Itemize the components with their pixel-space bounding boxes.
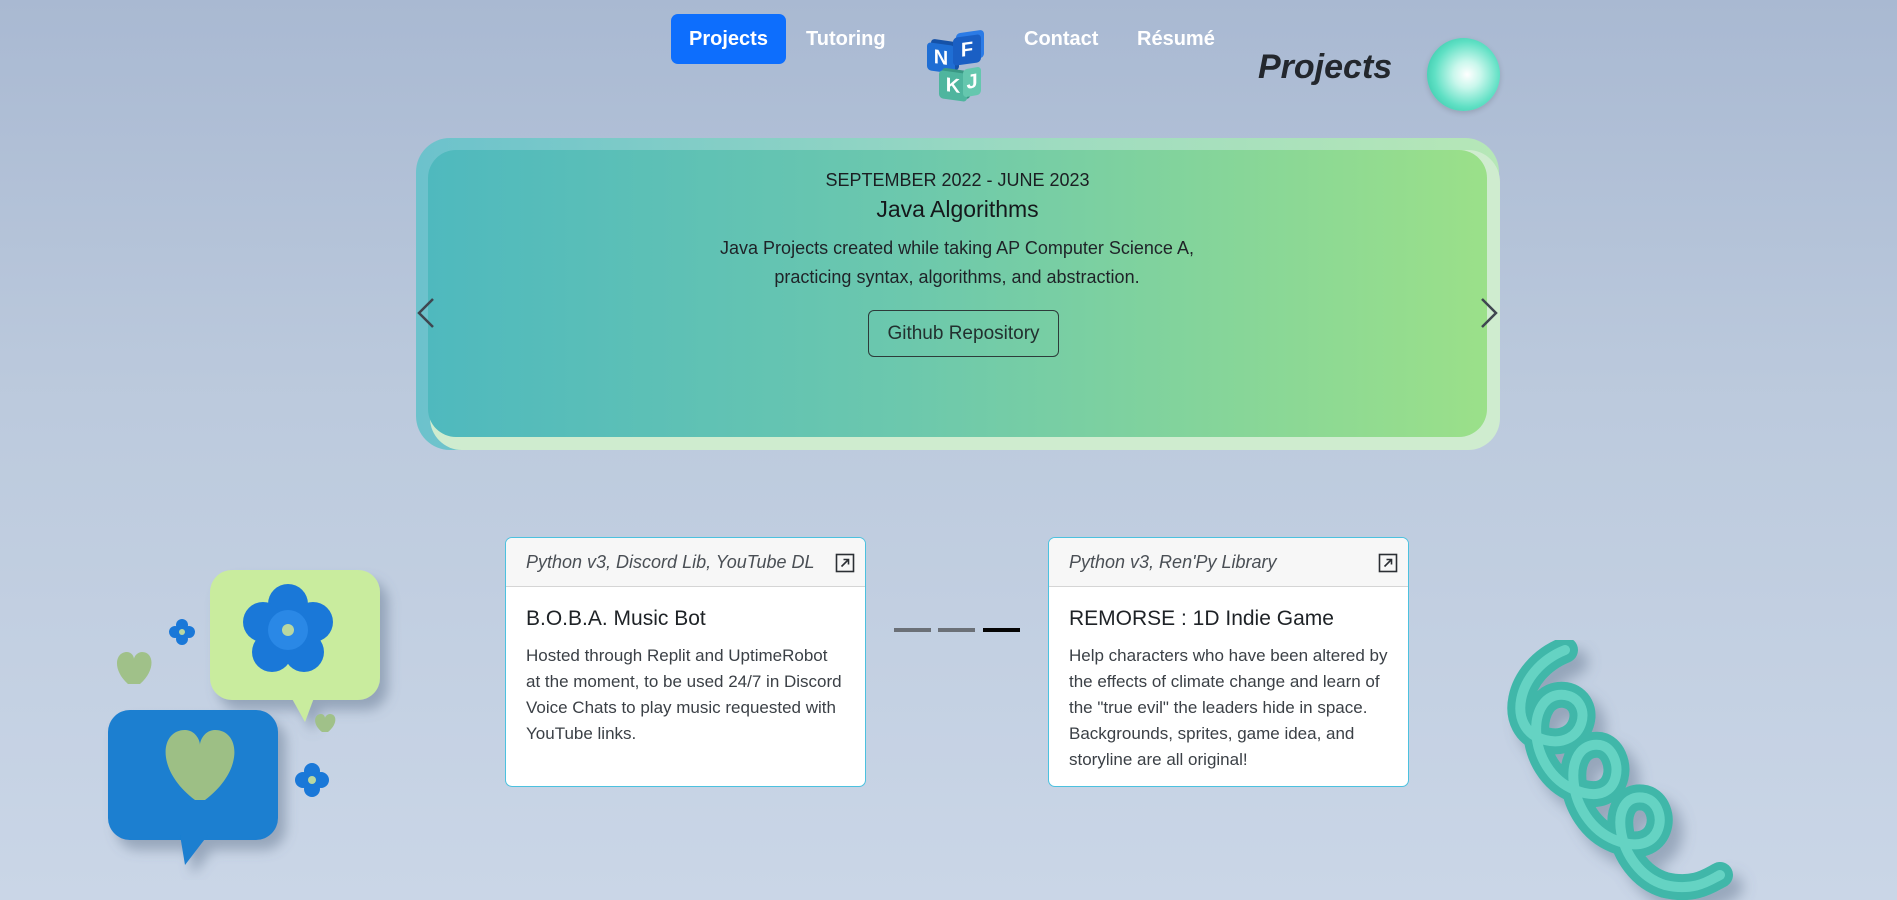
slide-title: Java Algorithms: [876, 196, 1039, 222]
card-header: Python v3, Discord Lib, YouTube DL: [506, 538, 865, 587]
carousel-next-button[interactable]: [1474, 295, 1504, 331]
card-title: B.O.B.A. Music Bot: [526, 607, 706, 630]
carousel-prev-button[interactable]: [411, 295, 441, 331]
external-link-icon[interactable]: [835, 553, 855, 573]
logo-cube-j: J: [963, 66, 981, 98]
card-description: Help characters who have been altered by…: [1069, 646, 1388, 769]
logo-cube-n: N: [927, 42, 955, 74]
carousel-indicators: [894, 628, 1022, 632]
slide-description: Java Projects created while taking AP Co…: [720, 238, 1194, 287]
card-body: REMORSE : 1D Indie Game Help characters …: [1049, 587, 1408, 773]
logo-cube-f: F: [953, 34, 981, 66]
card-body: B.O.B.A. Music Bot Hosted through Replit…: [506, 587, 865, 747]
chevron-left-icon: [417, 298, 434, 328]
nav-link-projects[interactable]: Projects: [671, 14, 786, 64]
chevron-right-icon: [1481, 298, 1498, 328]
card-tech-stack: Python v3, Ren'Py Library: [1069, 552, 1277, 572]
card-tech-stack: Python v3, Discord Lib, YouTube DL: [526, 552, 815, 572]
page-title: Projects: [1258, 48, 1393, 86]
card-description: Hosted through Replit and UptimeRobot at…: [526, 646, 842, 743]
external-link-icon[interactable]: [1378, 553, 1398, 573]
carousel-indicator-1[interactable]: [894, 628, 931, 632]
theme-orb-button[interactable]: [1427, 38, 1500, 111]
nav-link-tutoring[interactable]: Tutoring: [786, 14, 906, 64]
site-logo[interactable]: N F K J: [925, 24, 985, 102]
card-header: Python v3, Ren'Py Library: [1049, 538, 1408, 587]
github-repository-button[interactable]: Github Repository: [868, 310, 1059, 357]
spiral-spring-decoration: [1507, 640, 1733, 900]
project-card-remorse: Python v3, Ren'Py Library REMORSE : 1D I…: [1048, 537, 1409, 787]
slide-date: SEPTEMBER 2022 - JUNE 2023: [825, 170, 1090, 190]
carousel-indicator-3[interactable]: [983, 628, 1020, 632]
nav-link-contact[interactable]: Contact: [1004, 14, 1118, 64]
carousel-slide: SEPTEMBER 2022 - JUNE 2023 Java Algorith…: [428, 150, 1487, 437]
chat-bubbles-decoration: [108, 570, 380, 865]
project-card-boba: Python v3, Discord Lib, YouTube DL B.O.B…: [505, 537, 866, 787]
top-nav: Projects Tutoring N F K J Contact Résumé: [0, 14, 1897, 102]
carousel-indicator-2[interactable]: [938, 628, 975, 632]
nav-link-resume[interactable]: Résumé: [1117, 14, 1235, 64]
card-title: REMORSE : 1D Indie Game: [1069, 607, 1334, 630]
